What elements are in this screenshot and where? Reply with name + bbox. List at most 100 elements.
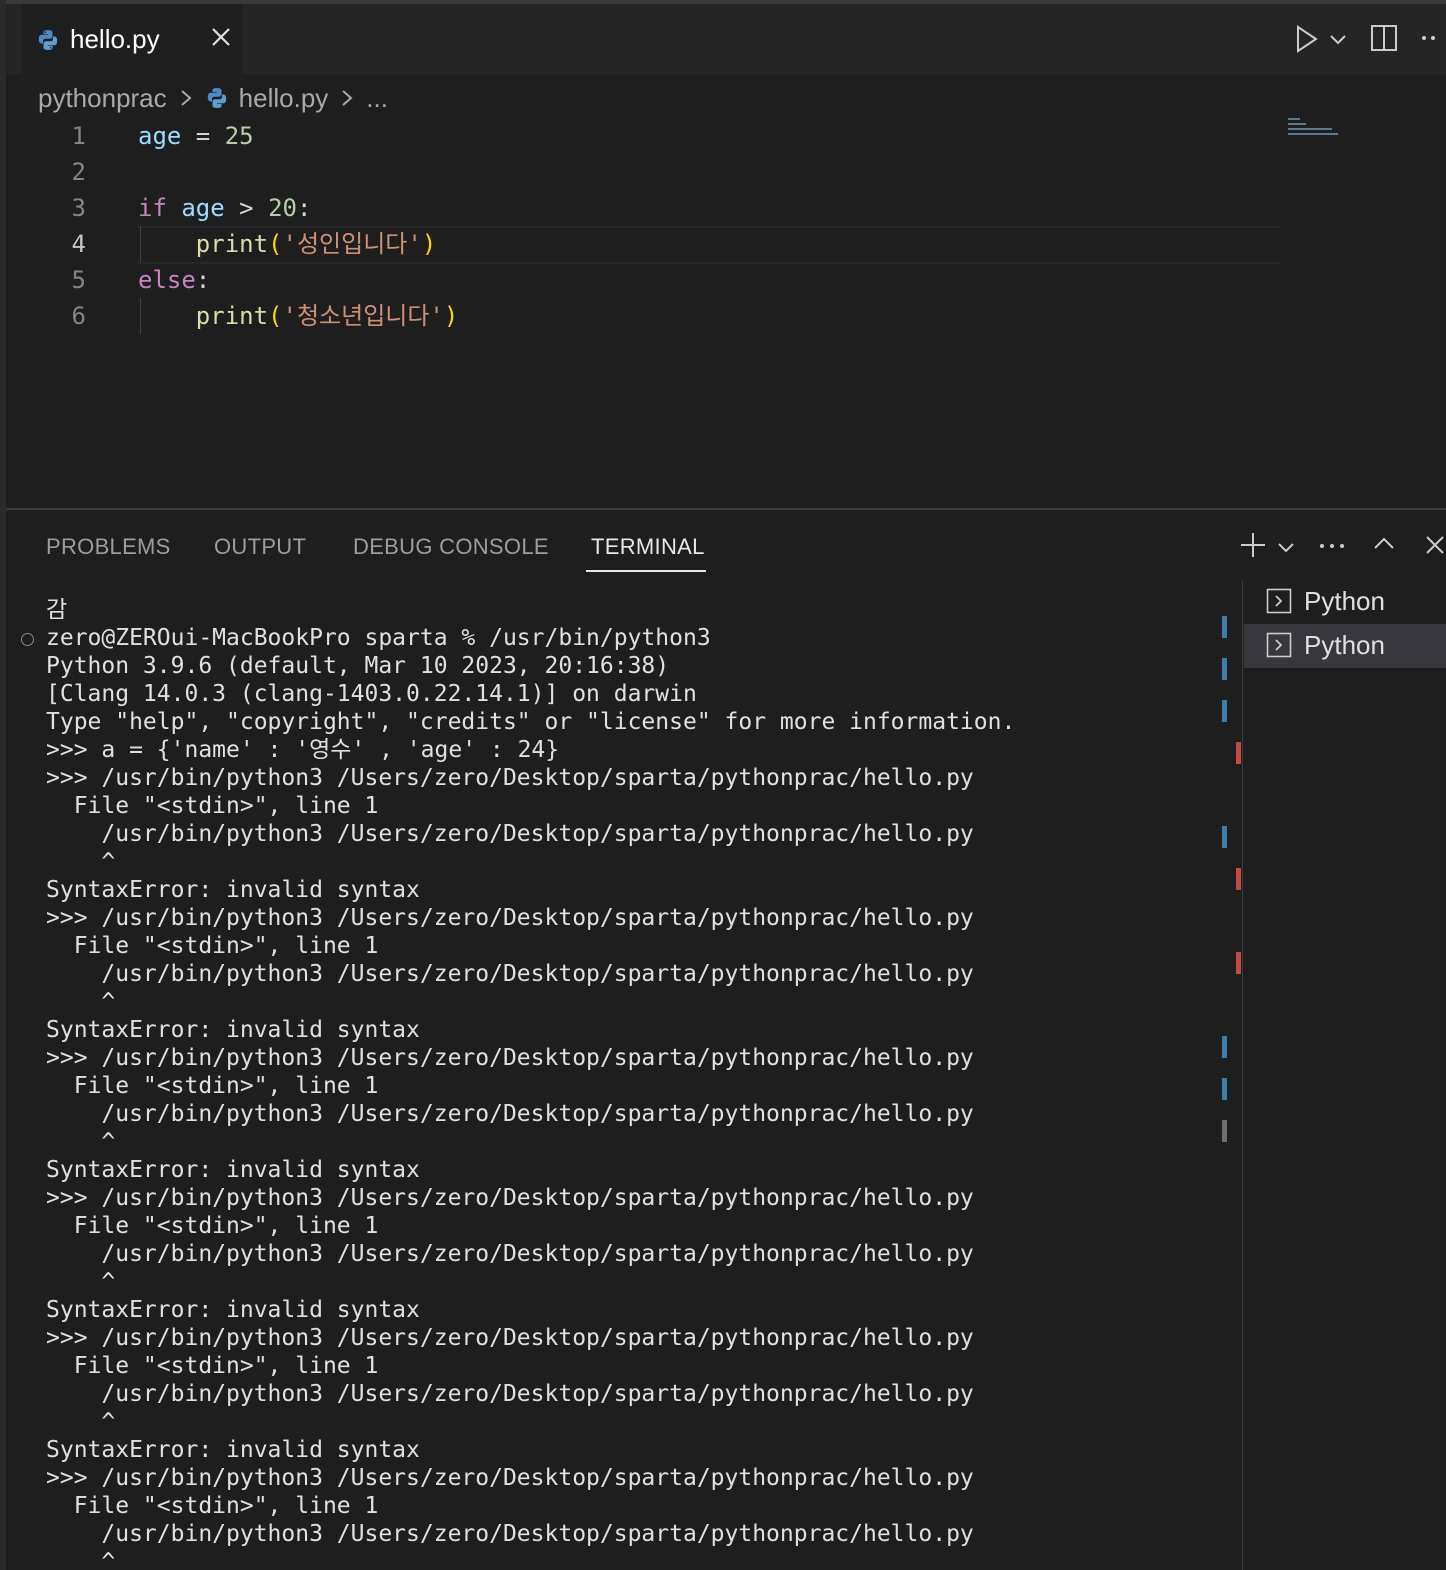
tab-debug-console[interactable]: DEBUG CONSOLE: [353, 534, 549, 560]
code-token: =: [181, 122, 225, 150]
editor-tab-bar: hello.py: [6, 0, 1446, 74]
code-text: age = 25: [138, 118, 254, 154]
terminal-line: /usr/bin/python3 /Users/zero/Desktop/spa…: [46, 1101, 974, 1127]
terminal-icon: [1266, 632, 1292, 658]
chevron-down-icon[interactable]: [1276, 540, 1296, 554]
tab-problems[interactable]: PROBLEMS: [46, 534, 171, 560]
add-terminal-icon[interactable]: [1238, 530, 1268, 560]
terminal-line: >>> /usr/bin/python3 /Users/zero/Desktop…: [46, 765, 974, 791]
split-editor-icon[interactable]: [1370, 24, 1398, 52]
code-line[interactable]: 6 print('청소년입니다'): [6, 298, 1296, 334]
terminal-line: Python 3.9.6 (default, Mar 10 2023, 20:1…: [46, 653, 670, 679]
terminal-output[interactable]: 감 zero@ZEROui-MacBookPro sparta % /usr/bi…: [46, 596, 1216, 1570]
line-number: 3: [71, 194, 86, 222]
code-token: if: [138, 194, 167, 222]
terminal-line: SyntaxError: invalid syntax: [46, 877, 420, 903]
terminal-line: /usr/bin/python3 /Users/zero/Desktop/spa…: [46, 821, 974, 847]
scroll-marker: [1236, 952, 1241, 974]
terminal-line: File "<stdin>", line 1: [46, 1213, 379, 1239]
code-line[interactable]: 1 age = 25: [6, 118, 1296, 154]
maximize-panel-icon[interactable]: [1372, 534, 1396, 552]
terminal-line: >>> /usr/bin/python3 /Users/zero/Desktop…: [46, 1465, 974, 1491]
code-line[interactable]: 3 if age > 20:: [6, 190, 1296, 226]
terminal-icon: [1266, 588, 1292, 614]
scroll-marker: [1222, 1036, 1227, 1058]
terminal-line: File "<stdin>", line 1: [46, 1073, 379, 1099]
code-line[interactable]: 4 print('성인입니다'): [6, 226, 1296, 262]
terminal-instance-1[interactable]: Python: [1244, 580, 1446, 624]
scroll-marker: [1222, 1078, 1227, 1100]
code-token: print: [195, 230, 269, 258]
breadcrumb-symbols[interactable]: ...: [366, 83, 388, 114]
scroll-marker: [1222, 616, 1227, 638]
code-token: age: [138, 122, 182, 150]
code-text: print('성인입니다'): [138, 226, 436, 262]
minimap[interactable]: [1288, 118, 1348, 148]
terminal-line: >>> a = {'name' : '영수' , 'age' : 24}: [46, 737, 560, 763]
terminal-line: File "<stdin>", line 1: [46, 1353, 379, 1379]
chevron-down-icon[interactable]: [1328, 32, 1348, 46]
more-icon[interactable]: [1318, 542, 1346, 550]
terminal-instance-2[interactable]: Python: [1244, 624, 1446, 668]
terminal-line: SyntaxError: invalid syntax: [46, 1297, 420, 1323]
terminal-line: /usr/bin/python3 /Users/zero/Desktop/spa…: [46, 1241, 974, 1267]
editor-tab-hello-py[interactable]: hello.py: [22, 4, 242, 74]
terminal-line: SyntaxError: invalid syntax: [46, 1437, 420, 1463]
tab-terminal[interactable]: TERMINAL: [591, 534, 705, 560]
close-panel-icon[interactable]: [1424, 534, 1444, 556]
terminal-line: zero@ZEROui-MacBookPro sparta % /usr/bin…: [46, 625, 711, 651]
terminal-line: SyntaxError: invalid syntax: [46, 1017, 420, 1043]
breadcrumb: pythonprac hello.py ...: [38, 80, 388, 116]
active-tab-underline: [586, 570, 706, 572]
command-decoration-icon[interactable]: [21, 633, 34, 646]
terminal-line: File "<stdin>", line 1: [46, 793, 379, 819]
terminal-line: ^: [46, 989, 116, 1015]
more-icon[interactable]: [1420, 34, 1442, 42]
terminal-line: ^: [46, 849, 116, 875]
terminal-instance-label: Python: [1304, 630, 1385, 660]
breadcrumb-folder[interactable]: pythonprac: [38, 83, 167, 114]
chevron-right-icon: [342, 90, 353, 106]
code-token: :: [195, 266, 211, 294]
code-token: ): [421, 230, 437, 258]
code-text: if age > 20:: [138, 190, 311, 226]
run-icon[interactable]: [1294, 24, 1320, 54]
scroll-marker: [1222, 658, 1227, 680]
tab-title: hello.py: [70, 24, 160, 54]
terminal-line: Type "help", "copyright", "credits" or "…: [46, 709, 1016, 735]
terminal-line: >>> /usr/bin/python3 /Users/zero/Desktop…: [46, 905, 974, 931]
close-icon[interactable]: [208, 24, 234, 50]
breadcrumb-file[interactable]: hello.py: [239, 83, 329, 114]
terminal-line: /usr/bin/python3 /Users/zero/Desktop/spa…: [46, 1381, 974, 1407]
code-token: (: [268, 302, 283, 330]
code-token: '성인입니다': [282, 230, 422, 258]
terminal-line: ^: [46, 1129, 116, 1155]
terminal-line: >>> /usr/bin/python3 /Users/zero/Desktop…: [46, 1185, 974, 1211]
code-token: ): [443, 302, 459, 330]
code-token: 20: [268, 194, 297, 222]
scroll-marker: [1222, 826, 1227, 848]
terminal-line: ^: [46, 1269, 116, 1295]
code-token: else: [138, 266, 196, 294]
terminal-line: >>> /usr/bin/python3 /Users/zero/Desktop…: [46, 1045, 974, 1071]
terminal-line: ^: [46, 1409, 116, 1435]
terminal-line: /usr/bin/python3 /Users/zero/Desktop/spa…: [46, 1521, 974, 1547]
terminal-line: File "<stdin>", line 1: [46, 1493, 379, 1519]
code-line[interactable]: 2: [6, 154, 1296, 190]
scroll-marker: [1236, 868, 1241, 890]
code-token: '청소년입니다': [282, 302, 444, 330]
tab-output[interactable]: OUTPUT: [214, 534, 306, 560]
scroll-marker: [1222, 700, 1227, 722]
code-line[interactable]: 5 else:: [6, 262, 1296, 298]
terminal-line: File "<stdin>", line 1: [46, 933, 379, 959]
line-number: 1: [71, 122, 86, 150]
code-editor[interactable]: 1 age = 25 2 3 if age > 20: 4 print('성인입니다') 5…: [6, 118, 1446, 508]
line-number: 2: [71, 158, 86, 186]
terminal-list-divider: [1242, 580, 1243, 1570]
chevron-right-icon: [180, 90, 192, 106]
code-token: age: [181, 194, 225, 222]
terminal-line: ^: [46, 1549, 116, 1570]
